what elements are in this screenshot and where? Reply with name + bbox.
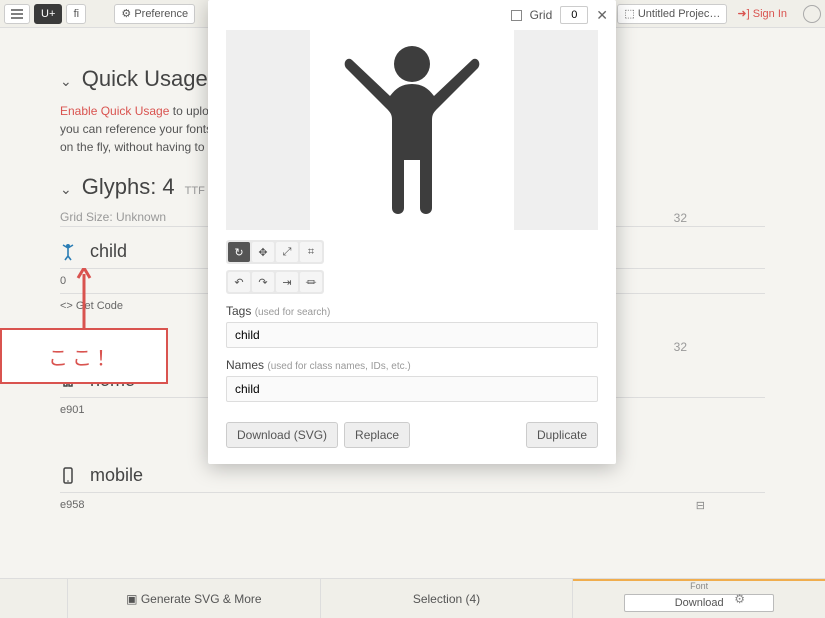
enable-quick-usage-link[interactable]: Enable Quick Usage [60, 104, 169, 118]
menu-button[interactable] [4, 4, 30, 24]
u-plus-button[interactable]: U+ [34, 4, 62, 24]
undo-tool[interactable]: ↶ [228, 272, 250, 292]
event-icon[interactable]: ⊟ [696, 499, 705, 512]
names-label: Names (used for class names, IDs, etc.) [226, 358, 598, 372]
tags-label: Tags (used for search) [226, 304, 598, 318]
modal-form: Tags (used for search) Names (used for c… [226, 304, 598, 412]
chevron-down-icon: ⌄ [60, 73, 72, 90]
download-button[interactable]: Download [624, 594, 774, 612]
preview-main [320, 30, 504, 230]
mirror-tool[interactable]: ⇥ [276, 272, 298, 292]
cube-icon: ⬚ [624, 7, 634, 20]
child-glyph-large [342, 40, 482, 220]
generate-svg-pane[interactable]: ▣ Generate SVG & More [68, 579, 321, 618]
names-input[interactable] [226, 376, 598, 402]
glyph-name: mobile [90, 465, 143, 486]
scale-tool[interactable]: ⤢ [276, 242, 298, 262]
edit-toolbar-1: ↻ ✥ ⤢ ⌗ [226, 240, 598, 264]
close-icon[interactable]: ✕ [596, 7, 608, 24]
font-download-pane: Font Download ⚙ [573, 579, 825, 618]
annotation-box: ここ！ [0, 328, 168, 384]
sign-in-button[interactable]: ➜] Sign In [731, 4, 793, 24]
modal-header: Grid ✕ [208, 0, 616, 30]
annotation-text: ここ！ [48, 342, 120, 371]
replace-button[interactable]: Replace [344, 422, 410, 448]
glyph-preview [226, 30, 598, 230]
rotate-tool[interactable]: ↻ [228, 242, 250, 262]
flip-tool[interactable]: ⏛ [300, 272, 322, 292]
grid-value-input[interactable] [560, 6, 588, 24]
settings-icon[interactable]: ⚙ [734, 592, 745, 606]
glyph-count: 32 [674, 340, 687, 354]
canvas-tool[interactable]: ⌗ [300, 242, 322, 262]
tags-input[interactable] [226, 322, 598, 348]
glyph-count: 32 [674, 211, 687, 225]
section-title: Glyphs: 4 [82, 174, 175, 200]
footer-spacer [0, 579, 68, 618]
grid-checkbox[interactable] [511, 10, 522, 21]
footer-bar: ▣ Generate SVG & More Selection (4) Font… [0, 578, 825, 618]
project-button[interactable]: ⬚ Untitled Projec… [617, 4, 727, 24]
section-title: Quick Usage [82, 66, 208, 92]
modal-footer: Download (SVG) Replace Duplicate [226, 422, 598, 448]
gear-icon: ⚙ [121, 7, 131, 20]
edit-toolbar-2: ↶ ↷ ⇥ ⏛ [226, 270, 598, 294]
glyph-edit-modal: Grid ✕ ↻ ✥ ⤢ ⌗ ↶ ↷ ⇥ ⏛ Tags (used for se… [208, 0, 616, 464]
glyph-code-row: e958 ⊟ [60, 495, 765, 516]
glyph-row-mobile[interactable]: mobile [60, 465, 765, 486]
child-icon [60, 243, 76, 261]
annotation-arrow [76, 268, 92, 330]
selection-pane[interactable]: Selection (4) [321, 579, 574, 618]
grid-label: Grid [530, 8, 553, 22]
mobile-icon [60, 467, 76, 485]
signin-icon: ➜] [737, 7, 749, 20]
move-tool[interactable]: ✥ [252, 242, 274, 262]
redo-tool[interactable]: ↷ [252, 272, 274, 292]
account-avatar[interactable] [803, 5, 821, 23]
preview-side-right [514, 30, 598, 230]
font-label: Font [690, 581, 708, 591]
chevron-down-icon: ⌄ [60, 181, 72, 198]
download-svg-button[interactable]: Download (SVG) [226, 422, 338, 448]
fi-button[interactable]: fi [66, 4, 86, 24]
preferences-button[interactable]: ⚙ Preference [114, 4, 195, 24]
preview-side-left [226, 30, 310, 230]
image-icon: ▣ [126, 592, 137, 606]
duplicate-button[interactable]: Duplicate [526, 422, 598, 448]
glyph-name: child [90, 241, 127, 262]
